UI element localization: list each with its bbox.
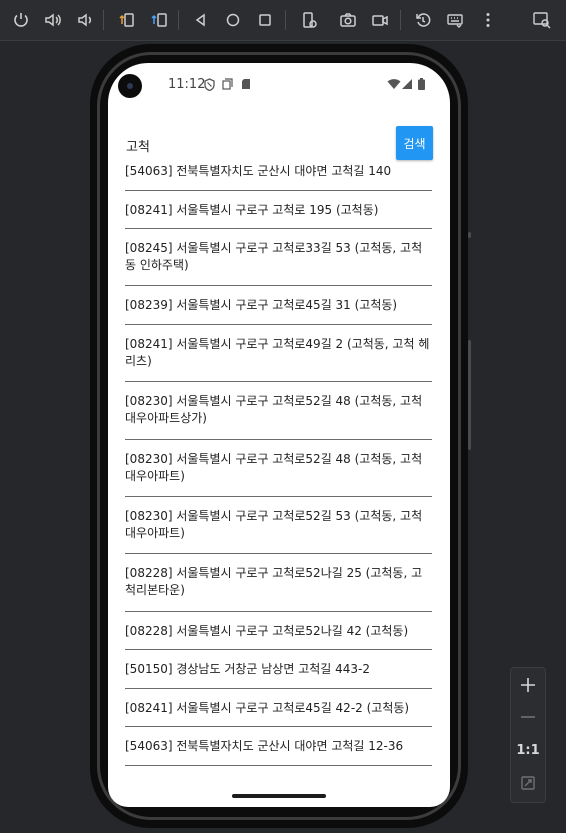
video-record-icon[interactable] xyxy=(368,8,392,32)
sd-card-icon xyxy=(242,79,250,89)
power-icon[interactable] xyxy=(9,8,33,32)
zoom-out-icon[interactable] xyxy=(511,701,545,733)
navigation-bar xyxy=(108,787,450,807)
wifi-icon xyxy=(387,79,401,89)
status-time: 11:12 xyxy=(168,77,206,92)
copy-icon xyxy=(222,78,233,90)
list-item[interactable]: [54063] 전북특별자치도 군산시 대야면 고척길 140 xyxy=(125,162,432,191)
zoom-panel: 1:1 xyxy=(510,667,546,803)
inspect-window-icon[interactable] xyxy=(530,8,554,32)
search-input[interactable] xyxy=(126,134,386,156)
list-item[interactable]: [08230] 서울특별시 구로구 고척로52길 48 (고척동, 고척대우아파… xyxy=(125,382,432,440)
address-result-list: [54063] 전북특별자치도 군산시 대야면 고척길 140 [08241] … xyxy=(125,162,432,766)
rotate-left-icon[interactable] xyxy=(115,8,139,32)
search-button[interactable]: 검색 xyxy=(396,126,433,160)
zoom-fit-icon[interactable] xyxy=(511,767,545,799)
emulator-toolbar xyxy=(0,0,566,41)
list-item[interactable]: [08239] 서울특별시 구로구 고척로45길 31 (고척동) xyxy=(125,286,432,325)
list-item[interactable]: [08230] 서울특별시 구로구 고척로52길 53 (고척동, 고척대우아파… xyxy=(125,497,432,554)
camera-icon[interactable] xyxy=(336,8,360,32)
home-icon[interactable] xyxy=(221,8,245,32)
list-item[interactable]: [08228] 서울특별시 구로구 고척로52나길 25 (고척동, 고척리본타… xyxy=(125,554,432,612)
snapshot-restore-icon[interactable] xyxy=(411,8,435,32)
phone-screen: 11:12 검색 [54063] 전북특별자치도 군산시 대야면 고척길 140… xyxy=(108,63,450,787)
list-item[interactable]: [08241] 서울특별시 구로구 고척로49길 2 (고척동, 고척 헤리츠) xyxy=(125,325,432,382)
front-camera-icon xyxy=(118,74,142,98)
device-settings-icon[interactable] xyxy=(297,8,321,32)
list-item[interactable]: [08230] 서울특별시 구로구 고척로52길 48 (고척동, 고척대우아파… xyxy=(125,440,432,497)
list-item[interactable]: [08241] 서울특별시 구로구 고척로45길 42-2 (고척동) xyxy=(125,689,432,727)
side-button-volume xyxy=(468,340,471,450)
volume-down-icon[interactable] xyxy=(73,8,97,32)
back-icon[interactable] xyxy=(189,8,213,32)
keyboard-icon[interactable] xyxy=(443,8,467,32)
more-options-icon[interactable] xyxy=(476,8,500,32)
status-bar: 11:12 xyxy=(108,63,450,105)
list-item[interactable]: [08241] 서울특별시 구로구 고척로 195 (고척동) xyxy=(125,191,432,229)
cellular-signal-icon xyxy=(402,79,412,89)
battery-icon xyxy=(418,78,425,90)
list-item[interactable]: [08228] 서울특별시 구로구 고척로52나길 42 (고척동) xyxy=(125,612,432,650)
shield-icon xyxy=(204,78,215,91)
volume-up-icon[interactable] xyxy=(41,8,65,32)
list-item[interactable]: [50150] 경상남도 거창군 남상면 고척길 443-2 xyxy=(125,650,432,689)
list-item[interactable]: [08245] 서울특별시 구로구 고척로33길 53 (고척동, 고척동 인하… xyxy=(125,229,432,286)
list-item[interactable]: [54063] 전북특별자치도 군산시 대야면 고척길 12-36 xyxy=(125,727,432,766)
overview-icon[interactable] xyxy=(253,8,277,32)
zoom-in-icon[interactable] xyxy=(511,669,545,701)
rotate-right-icon[interactable] xyxy=(147,8,171,32)
home-gesture-handle[interactable] xyxy=(232,794,326,798)
zoom-reset-button[interactable]: 1:1 xyxy=(511,734,545,766)
side-button-small xyxy=(468,232,471,238)
search-bar: 검색 xyxy=(108,126,450,164)
